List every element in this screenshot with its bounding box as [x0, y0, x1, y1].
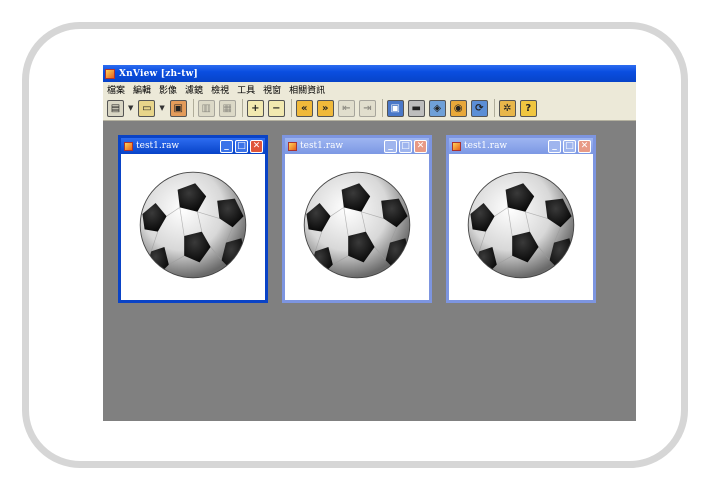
first-icon[interactable]: ⇤ — [337, 99, 355, 117]
browse-icon[interactable]: ▤ — [107, 99, 124, 117]
image-window-2[interactable]: test1.raw _ □ ✕ — [282, 135, 432, 303]
menu-view[interactable]: 檢視 — [207, 83, 233, 96]
capture-icon[interactable]: ◉ — [449, 99, 467, 117]
scan-icon[interactable]: ◈ — [428, 99, 446, 117]
menu-info[interactable]: 相關資訊 — [285, 83, 329, 96]
soccer-ball-image — [138, 170, 248, 280]
mdi-workspace: test1.raw _ □ ✕ test1.raw _ □ ✕ test1.ra… — [103, 121, 636, 421]
menu-file[interactable]: 檔案 — [103, 83, 129, 96]
image-window-3[interactable]: test1.raw _ □ ✕ — [446, 135, 596, 303]
help-icon[interactable]: ? — [519, 99, 537, 117]
menubar: 檔案 編輯 影像 濾鏡 檢視 工具 視窗 相關資訊 — [103, 82, 636, 96]
toolbar: ▤ ▼ ▭ ▼ ▣ ▥ ▦ + − « » ⇤ ⇥ ▣ ▬ ◈ ◉ ⟳ ✲ ? — [103, 96, 636, 121]
minimize-button[interactable]: _ — [384, 139, 397, 153]
minimize-button[interactable]: _ — [220, 139, 233, 153]
toolbar-separator — [381, 99, 383, 117]
image-window-title: test1.raw — [300, 141, 344, 151]
close-button[interactable]: ✕ — [578, 139, 591, 153]
slideshow-icon[interactable]: ▦ — [218, 99, 236, 117]
print-icon[interactable]: ▬ — [407, 99, 425, 117]
menu-filter[interactable]: 濾鏡 — [181, 83, 207, 96]
soccer-ball-image — [466, 170, 576, 280]
zoom-out-icon[interactable]: − — [267, 99, 285, 117]
open-icon[interactable]: ▭ — [138, 99, 156, 117]
previous-icon[interactable]: « — [295, 99, 313, 117]
image-window-1[interactable]: test1.raw _ □ ✕ — [118, 135, 268, 303]
menu-image[interactable]: 影像 — [155, 83, 181, 96]
image-window-title: test1.raw — [464, 141, 508, 151]
chevron-down-icon[interactable]: ▼ — [128, 104, 133, 112]
menu-edit[interactable]: 編輯 — [129, 83, 155, 96]
image-file-icon — [124, 141, 133, 151]
image-window-titlebar[interactable]: test1.raw _ □ ✕ — [449, 138, 593, 154]
zoom-in-icon[interactable]: + — [246, 99, 264, 117]
chevron-down-icon[interactable]: ▼ — [159, 104, 164, 112]
settings-icon[interactable]: ✲ — [498, 99, 516, 117]
close-button[interactable]: ✕ — [414, 139, 427, 153]
app-title: XnView [zh-tw] — [119, 68, 198, 79]
xnview-window: XnView [zh-tw] 檔案 編輯 影像 濾鏡 檢視 工具 視窗 相關資訊… — [103, 65, 636, 421]
print-preview-icon[interactable]: ▥ — [197, 99, 215, 117]
minimize-button[interactable]: _ — [548, 139, 561, 153]
image-window-titlebar[interactable]: test1.raw _ □ ✕ — [121, 138, 265, 154]
close-button[interactable]: ✕ — [250, 139, 263, 153]
menu-tools[interactable]: 工具 — [233, 83, 259, 96]
save-icon[interactable]: ▣ — [169, 99, 187, 117]
image-window-title: test1.raw — [136, 141, 180, 151]
toolbar-separator — [192, 99, 194, 117]
last-icon[interactable]: ⇥ — [358, 99, 376, 117]
toolbar-separator — [493, 99, 495, 117]
xnview-app-icon — [105, 68, 115, 79]
menu-window[interactable]: 視窗 — [259, 83, 285, 96]
toolbar-separator — [241, 99, 243, 117]
maximize-button[interactable]: □ — [399, 139, 412, 153]
image-file-icon — [452, 141, 461, 151]
toolbar-separator — [290, 99, 292, 117]
fullscreen-icon[interactable]: ▣ — [386, 99, 404, 117]
maximize-button[interactable]: □ — [563, 139, 576, 153]
next-icon[interactable]: » — [316, 99, 334, 117]
soccer-ball-image — [302, 170, 412, 280]
image-window-titlebar[interactable]: test1.raw _ □ ✕ — [285, 138, 429, 154]
convert-icon[interactable]: ⟳ — [470, 99, 488, 117]
image-file-icon — [288, 141, 297, 151]
app-titlebar[interactable]: XnView [zh-tw] — [103, 65, 636, 82]
maximize-button[interactable]: □ — [235, 139, 248, 153]
